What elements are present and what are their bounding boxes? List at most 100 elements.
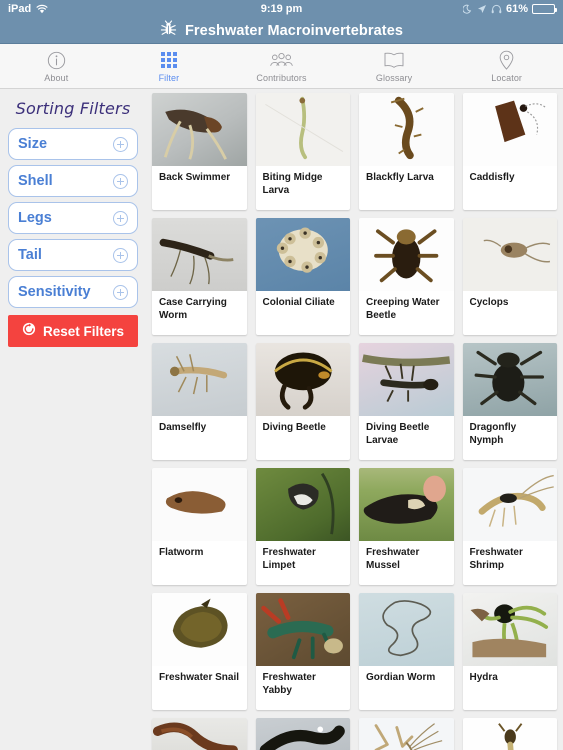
device-label: iPad (8, 3, 32, 15)
main-content: Sorting Filters Size Shell Legs Tail Sen… (0, 89, 563, 750)
tab-about[interactable]: About (0, 44, 113, 88)
tab-bar: About Filter Contributors Glossary Locat… (0, 44, 563, 89)
species-card[interactable]: Freshwater Snail (152, 593, 247, 710)
species-name-label: Caddisfly (469, 172, 515, 183)
species-name-label: Freshwater Snail (159, 672, 240, 683)
species-card[interactable] (255, 718, 350, 750)
species-card[interactable]: Dragonfly Nymph (462, 343, 557, 460)
filter-button-tail[interactable]: Tail (8, 239, 138, 271)
species-card[interactable]: Freshwater Yabby (255, 593, 350, 710)
battery-percent-label: 61% (505, 3, 528, 15)
species-name-label: Diving Beetle Larvae (366, 422, 430, 446)
species-photo (462, 593, 557, 666)
species-name-label: Creeping Water Beetle (366, 297, 440, 321)
plus-circle-icon[interactable] (113, 136, 128, 152)
species-card[interactable]: Case Carrying Worm (152, 218, 247, 335)
wifi-icon (36, 4, 48, 14)
species-grid-scroll[interactable]: Back Swimmer Biting Midge Larva Blackfly… (146, 89, 563, 750)
plus-circle-icon[interactable] (113, 247, 128, 263)
species-grid: Back Swimmer Biting Midge Larva Blackfly… (152, 93, 557, 750)
map-pin-icon (498, 50, 515, 71)
status-left: iPad (8, 3, 48, 15)
filter-label: Size (18, 136, 48, 152)
species-name-label: Freshwater Mussel (366, 547, 420, 571)
people-icon (269, 50, 294, 71)
tab-locator-label: Locator (491, 72, 523, 83)
species-photo (152, 343, 247, 416)
tab-contributors-label: Contributors (256, 72, 307, 83)
species-card[interactable]: Back Swimmer (152, 93, 247, 210)
species-photo (359, 343, 454, 416)
species-name-label: Colonial Ciliate (262, 297, 335, 308)
filter-button-shell[interactable]: Shell (8, 165, 138, 197)
species-photo (359, 468, 454, 541)
species-card[interactable] (462, 718, 557, 750)
tab-about-label: About (44, 72, 69, 83)
species-card[interactable] (359, 718, 454, 750)
species-photo (255, 218, 350, 291)
species-card[interactable]: Freshwater Shrimp (462, 468, 557, 585)
species-photo (255, 468, 350, 541)
species-card[interactable]: Freshwater Limpet (255, 468, 350, 585)
species-name-label: Cyclops (469, 297, 509, 308)
location-arrow-icon (477, 4, 487, 14)
species-photo (462, 93, 557, 166)
filter-button-legs[interactable]: Legs (8, 202, 138, 234)
page-title: Freshwater Macroinvertebrates (184, 22, 404, 39)
info-circle-icon (47, 50, 66, 71)
species-name-label: Dragonfly Nymph (469, 422, 517, 446)
reset-filters-button[interactable]: Reset Filters (8, 315, 138, 347)
species-photo (255, 343, 350, 416)
species-photo (462, 343, 557, 416)
filter-label: Legs (18, 210, 52, 226)
tab-glossary[interactable]: Glossary (338, 44, 451, 88)
grid-icon (160, 50, 177, 71)
species-name-label: Damselfly (159, 422, 207, 433)
plus-circle-icon[interactable] (113, 173, 128, 189)
species-card[interactable]: Biting Midge Larva (255, 93, 350, 210)
species-photo (255, 93, 350, 166)
tab-contributors[interactable]: Contributors (225, 44, 338, 88)
species-card[interactable] (152, 718, 247, 750)
species-card[interactable]: Diving Beetle Larvae (359, 343, 454, 460)
reset-filters-label: Reset Filters (42, 323, 125, 339)
species-card[interactable]: Creeping Water Beetle (359, 218, 454, 335)
open-book-icon (383, 50, 405, 71)
species-photo (152, 718, 247, 750)
species-photo (255, 718, 350, 750)
species-card[interactable]: Hydra (462, 593, 557, 710)
species-card[interactable]: Freshwater Mussel (359, 468, 454, 585)
species-name-label: Freshwater Shrimp (469, 547, 523, 571)
species-card[interactable]: Gordian Worm (359, 593, 454, 710)
tab-glossary-label: Glossary (375, 72, 413, 83)
filter-button-size[interactable]: Size (8, 128, 138, 160)
filter-label: Tail (18, 247, 42, 263)
species-name-label: Gordian Worm (366, 672, 436, 683)
species-photo (152, 593, 247, 666)
species-photo (152, 93, 247, 166)
filter-label: Shell (18, 173, 53, 189)
species-card[interactable]: Diving Beetle (255, 343, 350, 460)
plus-circle-icon[interactable] (113, 210, 128, 226)
sidebar-title: Sorting Filters (15, 99, 131, 118)
species-card[interactable]: Colonial Ciliate (255, 218, 350, 335)
filter-button-sensitivity[interactable]: Sensitivity (8, 276, 138, 308)
species-photo (255, 593, 350, 666)
species-card[interactable]: Cyclops (462, 218, 557, 335)
species-photo (359, 718, 454, 750)
species-card[interactable]: Caddisfly (462, 93, 557, 210)
tab-locator[interactable]: Locator (450, 44, 563, 88)
species-name-label: Biting Midge Larva (262, 172, 323, 196)
species-name-label: Flatworm (159, 547, 204, 558)
species-photo (152, 468, 247, 541)
battery-icon (532, 4, 557, 14)
status-bar: iPad 9:19 pm 61% (0, 0, 563, 18)
plus-circle-icon[interactable] (113, 284, 128, 300)
species-card[interactable]: Blackfly Larva (359, 93, 454, 210)
species-card[interactable]: Flatworm (152, 468, 247, 585)
tab-filter[interactable]: Filter (113, 44, 226, 88)
tab-filter-label: Filter (158, 72, 180, 83)
nav-bar: Freshwater Macroinvertebrates (0, 18, 563, 44)
species-card[interactable]: Damselfly (152, 343, 247, 460)
species-name-label: Freshwater Yabby (262, 672, 316, 696)
